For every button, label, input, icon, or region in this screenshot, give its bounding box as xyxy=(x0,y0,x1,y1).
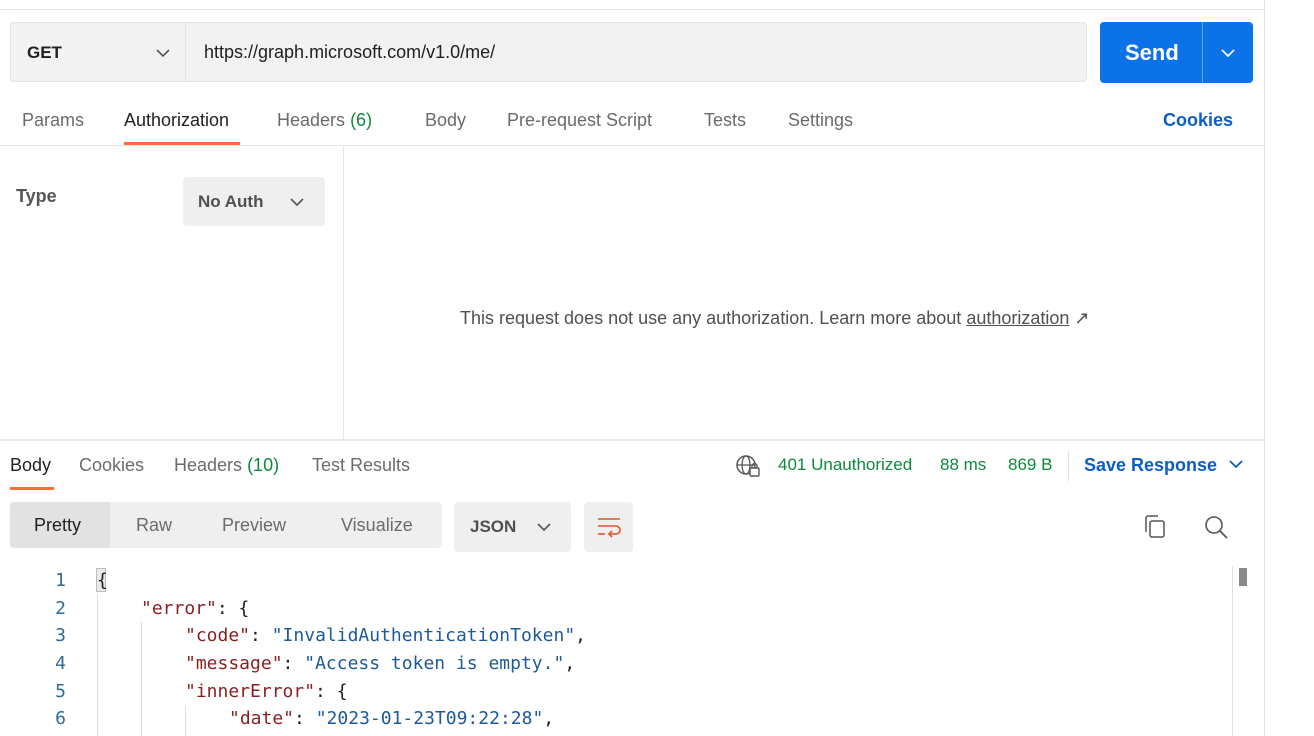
tab-params[interactable]: Params xyxy=(22,110,84,131)
code-line[interactable]: "message": "Access token is empty.", xyxy=(185,653,575,674)
view-mode-toggle: Pretty Raw Preview Visualize xyxy=(10,502,442,548)
tab-headers[interactable]: Headers (6) xyxy=(277,110,372,131)
method-label: GET xyxy=(27,43,62,62)
top-border xyxy=(0,9,1264,10)
line-number: 3 xyxy=(55,625,66,646)
chevron-down-icon xyxy=(290,198,304,207)
view-preview[interactable]: Preview xyxy=(222,515,286,536)
indent-guide xyxy=(97,594,98,736)
response-tab-body[interactable]: Body xyxy=(10,455,51,476)
url-input[interactable]: https://graph.microsoft.com/v1.0/me/ xyxy=(186,22,1087,82)
line-number: 4 xyxy=(55,653,66,674)
right-border xyxy=(1264,0,1265,736)
external-link-icon: ↗ xyxy=(1074,308,1090,328)
send-button[interactable]: Send xyxy=(1100,22,1253,83)
response-time[interactable]: 88 ms xyxy=(940,455,986,475)
auth-panel-divider xyxy=(343,146,344,440)
indent-guide xyxy=(185,706,186,736)
view-raw[interactable]: Raw xyxy=(136,515,172,536)
response-headers-count: (10) xyxy=(247,455,280,475)
cookies-link[interactable]: Cookies xyxy=(1163,110,1233,131)
authorization-link[interactable]: authorization xyxy=(966,308,1069,328)
response-tab-headers[interactable]: Headers (10) xyxy=(174,455,279,476)
copy-icon[interactable] xyxy=(1143,514,1167,540)
view-visualize[interactable]: Visualize xyxy=(341,515,413,536)
code-line[interactable]: "date": "2023-01-23T09:22:28", xyxy=(229,708,554,729)
wrap-lines-icon xyxy=(598,518,621,538)
line-number: 2 xyxy=(55,598,66,619)
code-line[interactable]: "code": "InvalidAuthenticationToken", xyxy=(185,625,586,646)
tab-pre-request-script[interactable]: Pre-request Script xyxy=(507,110,652,131)
status-separator xyxy=(1068,451,1069,481)
code-line[interactable]: "error": { xyxy=(141,598,249,619)
code-line[interactable]: "innerError": { xyxy=(185,681,348,702)
indent-guide xyxy=(141,622,142,736)
chevron-down-icon xyxy=(1229,460,1243,469)
chevron-down-icon xyxy=(156,49,170,58)
search-icon[interactable] xyxy=(1203,514,1229,540)
auth-type-value: No Auth xyxy=(198,192,264,211)
globe-icon[interactable] xyxy=(735,454,761,478)
line-number: 6 xyxy=(55,708,66,729)
send-divider xyxy=(1202,22,1203,83)
tab-settings[interactable]: Settings xyxy=(788,110,853,131)
response-active-tab-underline xyxy=(10,487,54,490)
auth-type-label: Type xyxy=(16,186,57,206)
view-pretty[interactable]: Pretty xyxy=(34,515,81,536)
method-select[interactable]: GET xyxy=(10,22,186,82)
save-response-button[interactable]: Save Response xyxy=(1084,455,1244,476)
tab-authorization[interactable]: Authorization xyxy=(124,110,229,131)
code-line[interactable]: { xyxy=(97,570,108,591)
url-text: https://graph.microsoft.com/v1.0/me/ xyxy=(204,42,496,62)
code-scrollbar-thumb[interactable] xyxy=(1239,568,1247,586)
headers-count: (6) xyxy=(350,110,373,130)
auth-type-select[interactable]: No Auth xyxy=(183,177,325,226)
auth-message: This request does not use any authorizat… xyxy=(460,308,1090,328)
response-tab-cookies[interactable]: Cookies xyxy=(79,455,144,476)
wrap-lines-button[interactable] xyxy=(584,502,633,552)
tab-tests[interactable]: Tests xyxy=(704,110,746,131)
format-value: JSON xyxy=(470,517,517,536)
format-select[interactable]: JSON xyxy=(454,502,571,552)
code-scrollbar-track xyxy=(1232,566,1233,736)
request-response-splitter[interactable] xyxy=(0,439,1264,441)
line-number: 5 xyxy=(55,681,66,702)
send-label: Send xyxy=(1125,40,1179,65)
chevron-down-icon xyxy=(537,523,551,532)
tab-body[interactable]: Body xyxy=(425,110,466,131)
response-size[interactable]: 869 B xyxy=(1008,455,1052,475)
status-code[interactable]: 401 Unauthorized xyxy=(778,455,912,475)
send-dropdown-chevron-down-icon[interactable] xyxy=(1220,46,1236,60)
tabs-divider xyxy=(0,145,1264,146)
response-tab-test-results[interactable]: Test Results xyxy=(312,455,410,476)
line-number: 1 xyxy=(55,570,66,591)
